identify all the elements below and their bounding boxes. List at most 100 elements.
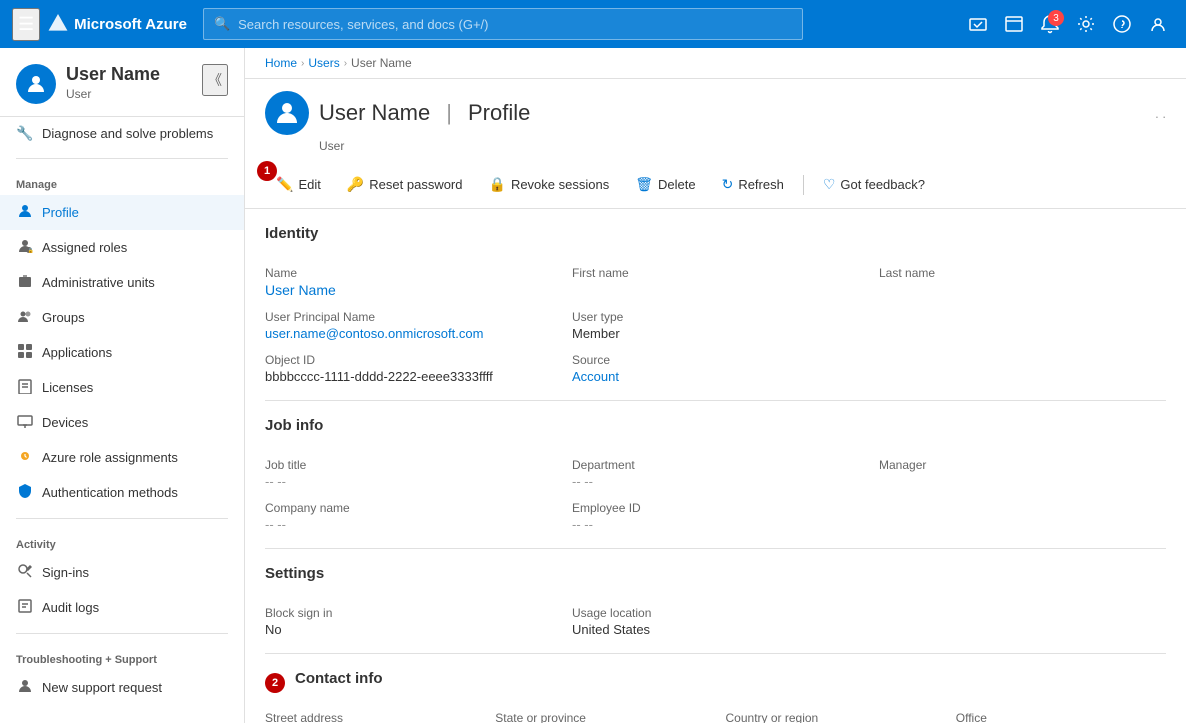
auth-methods-icon xyxy=(16,483,34,502)
contact-section-title: Contact info xyxy=(295,670,383,695)
feedback-icon: ♡ xyxy=(823,176,836,193)
nav-icons: 3 xyxy=(962,8,1174,40)
cloud-shell-button[interactable] xyxy=(962,8,994,40)
sidebar-item-new-support[interactable]: New support request xyxy=(0,670,244,705)
sidebar-collapse-button[interactable]: 《 xyxy=(202,64,228,96)
sidebar-item-auth-methods-label: Authentication methods xyxy=(42,485,178,500)
divider-3 xyxy=(265,653,1166,654)
step-badge-1: 1 xyxy=(257,161,277,181)
sidebar-user-name: User Name xyxy=(66,64,192,85)
contact-fields: Street address -- -- State or province -… xyxy=(265,711,1166,723)
sidebar-avatar xyxy=(16,64,56,104)
sidebar-item-audit-logs-label: Audit logs xyxy=(42,600,99,615)
step-badge-2: 2 xyxy=(265,673,285,693)
contact-section-header: 2 Contact info xyxy=(265,670,1166,695)
troubleshoot-section-label: Troubleshooting + Support xyxy=(0,642,244,670)
settings-location-field: Usage location United States xyxy=(572,606,859,637)
notification-badge: 3 xyxy=(1048,10,1064,26)
identity-source-value[interactable]: Account xyxy=(572,369,859,384)
sidebar-item-licenses[interactable]: Licenses xyxy=(0,370,244,405)
breadcrumb-home[interactable]: Home xyxy=(265,56,297,70)
jobinfo-title-value: -- -- xyxy=(265,474,552,489)
toolbar-divider xyxy=(803,175,804,195)
sidebar-item-authentication-methods[interactable]: Authentication methods xyxy=(0,475,244,510)
identity-upn-label: User Principal Name xyxy=(265,310,552,324)
identity-usertype-value: Member xyxy=(572,326,859,341)
jobinfo-dept-field: Department -- -- xyxy=(572,458,859,489)
identity-objectid-field: Object ID bbbbcccc-1111-dddd-2222-eeee33… xyxy=(265,353,552,384)
sidebar-item-assigned-roles-label: Assigned roles xyxy=(42,240,127,255)
sidebar-item-sign-ins[interactable]: Sign-ins xyxy=(0,555,244,590)
refresh-button[interactable]: ↻ Refresh xyxy=(711,169,795,200)
contact-state-field: State or province -- -- xyxy=(495,711,705,723)
settings-blocksign-value: No xyxy=(265,622,552,637)
sidebar-item-applications[interactable]: Applications xyxy=(0,335,244,370)
sidebar-user-subtitle: User xyxy=(66,87,192,101)
delete-icon: 🗑 xyxy=(635,176,653,193)
sidebar-item-diagnose-label: Diagnose and solve problems xyxy=(42,126,213,141)
identity-name-value[interactable]: User Name xyxy=(265,282,552,298)
breadcrumb-sep-2: › xyxy=(344,58,347,69)
delete-button[interactable]: 🗑 Delete xyxy=(624,169,706,200)
sidebar-item-audit-logs[interactable]: Audit logs xyxy=(0,590,244,625)
directory-button[interactable] xyxy=(998,8,1030,40)
account-button[interactable] xyxy=(1142,8,1174,40)
hamburger-menu[interactable]: ☰ xyxy=(12,8,40,41)
sidebar-item-groups[interactable]: Groups xyxy=(0,300,244,335)
feedback-button[interactable]: ♡ Got feedback? xyxy=(812,169,936,200)
identity-upn-field: User Principal Name user.name@contoso.on… xyxy=(265,310,552,341)
edit-icon: ✏️ xyxy=(276,176,293,193)
sidebar-item-applications-label: Applications xyxy=(42,345,112,360)
identity-section-title: Identity xyxy=(265,225,1166,250)
contact-country-field: Country or region -- -- xyxy=(726,711,936,723)
sidebar-divider-3 xyxy=(16,633,228,634)
search-icon: 🔍 xyxy=(214,16,230,32)
azure-roles-icon xyxy=(16,448,34,467)
sidebar-item-new-support-label: New support request xyxy=(42,680,162,695)
settings-location-value: United States xyxy=(572,622,859,637)
groups-icon xyxy=(16,308,34,327)
sidebar-item-diagnose[interactable]: 🔧 Diagnose and solve problems xyxy=(0,117,244,150)
more-options-dots[interactable]: . . xyxy=(1155,106,1166,121)
activity-section-label: Activity xyxy=(0,527,244,555)
settings-blocksign-field: Block sign in No xyxy=(265,606,552,637)
sidebar-divider-2 xyxy=(16,518,228,519)
top-navigation: ☰ Microsoft Azure 🔍 Search resources, se… xyxy=(0,0,1186,48)
jobinfo-empid-value: -- -- xyxy=(572,517,859,532)
contact-office-label: Office xyxy=(956,711,1166,723)
notifications-button[interactable]: 3 xyxy=(1034,8,1066,40)
identity-upn-value[interactable]: user.name@contoso.onmicrosoft.com xyxy=(265,326,552,341)
help-button[interactable] xyxy=(1106,8,1138,40)
profile-icon xyxy=(16,203,34,222)
jobinfo-empid-field: Employee ID -- -- xyxy=(572,501,859,532)
sidebar-item-assigned-roles[interactable]: 🔒 Assigned roles xyxy=(0,230,244,265)
identity-lastname-field: Last name xyxy=(879,266,1166,298)
sidebar-item-devices[interactable]: Devices xyxy=(0,405,244,440)
settings-button[interactable] xyxy=(1070,8,1102,40)
jobinfo-company-label: Company name xyxy=(265,501,552,515)
sidebar-item-groups-label: Groups xyxy=(42,310,85,325)
page-title-pipe: | xyxy=(446,100,452,126)
breadcrumb-users[interactable]: Users xyxy=(308,56,339,70)
sidebar-item-profile[interactable]: Profile xyxy=(0,195,244,230)
page-title-row: User Name | Profile . . xyxy=(265,91,1166,135)
reset-password-button[interactable]: 🔑 Reset password xyxy=(336,169,474,200)
identity-usertype-field: User type Member xyxy=(572,310,859,341)
identity-usertype-label: User type xyxy=(572,310,859,324)
sidebar-item-azure-role-assignments[interactable]: Azure role assignments xyxy=(0,440,244,475)
settings-fields: Block sign in No Usage location United S… xyxy=(265,606,1166,637)
identity-lastname-label: Last name xyxy=(879,266,1166,280)
identity-objectid-label: Object ID xyxy=(265,353,552,367)
sidebar-item-azure-roles-label: Azure role assignments xyxy=(42,450,178,465)
applications-icon xyxy=(16,343,34,362)
breadcrumb-current: User Name xyxy=(351,56,412,70)
search-bar[interactable]: 🔍 Search resources, services, and docs (… xyxy=(203,8,803,40)
divider-1 xyxy=(265,400,1166,401)
jobinfo-empid-label: Employee ID xyxy=(572,501,859,515)
identity-empty-1 xyxy=(879,310,1166,341)
sidebar-item-admin-units[interactable]: Administrative units xyxy=(0,265,244,300)
reset-password-icon: 🔑 xyxy=(347,176,364,193)
breadcrumb: Home › Users › User Name xyxy=(245,48,1186,79)
page-title-username: User Name xyxy=(319,100,430,126)
revoke-sessions-button[interactable]: 🔒 Revoke sessions xyxy=(478,169,621,200)
